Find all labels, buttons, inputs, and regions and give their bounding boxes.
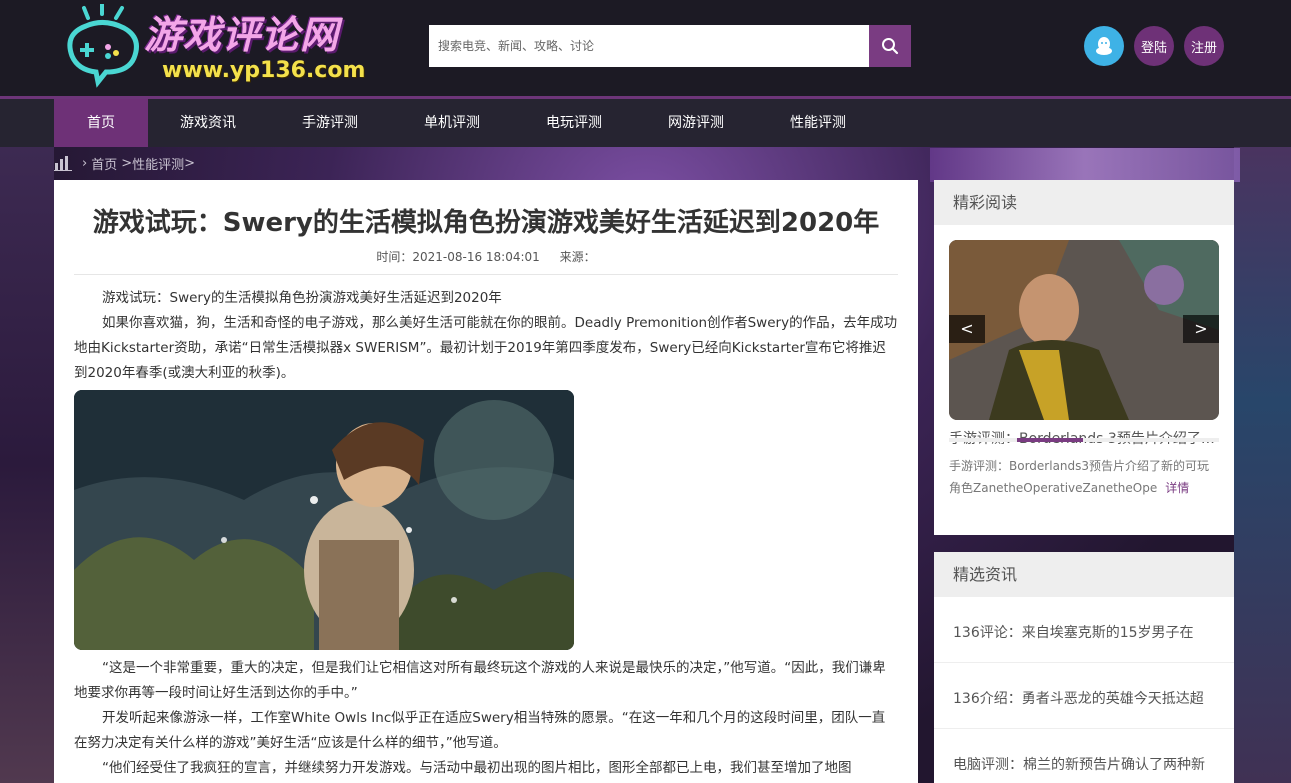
chart-icon (54, 156, 72, 171)
search-box (429, 25, 869, 67)
article-meta: 时间：2021-08-16 18:04:01 来源： (74, 248, 898, 265)
news-item[interactable]: 电脑评测：棉兰的新预告片确认了两种新 (953, 754, 1218, 774)
featured-description: 手游评测：Borderlands3预告片介绍了新的可玩角色ZanetheOper… (949, 455, 1221, 499)
slide-indicator (949, 438, 1219, 442)
nav-item-online-review[interactable]: 网游评测 (648, 99, 744, 147)
slide-prev-button[interactable]: < (949, 315, 985, 343)
featured-slide-image[interactable]: < > (949, 240, 1219, 420)
register-button[interactable]: 注册 (1184, 26, 1224, 66)
logo-mascot-icon (67, 4, 139, 88)
search-button[interactable] (869, 25, 911, 67)
article-paragraph: 游戏试玩：Swery的生活模拟角色扮演游戏美好生活延迟到2020年 (102, 290, 502, 306)
background-right-art (1234, 147, 1291, 783)
logo-title: 游戏评论网 (144, 13, 340, 57)
nav-item-console-review[interactable]: 电玩评测 (526, 99, 622, 147)
site-header: 游戏评论网 www.yp136.com 登陆 注册 (0, 0, 1291, 96)
article-body: 游戏试玩：Swery的生活模拟角色扮演游戏美好生活延迟到2020年 如果你喜欢猫… (74, 286, 898, 781)
news-divider (934, 662, 1234, 663)
breadcrumb: › 首页 > 性能评测 > (54, 153, 199, 173)
slide-next-button[interactable]: > (1183, 315, 1219, 343)
search-icon (882, 38, 899, 55)
login-button[interactable]: 登陆 (1134, 26, 1174, 66)
background-left-art (0, 147, 54, 783)
article-time: 时间：2021-08-16 18:04:01 (376, 250, 540, 264)
article-source: 来源： (559, 250, 596, 264)
selected-news-panel: 精选资讯 136评论：来自埃塞克斯的15岁男子在 136介绍：勇者斗恶龙的英雄今… (934, 552, 1234, 783)
selected-heading: 精选资讯 (934, 552, 1234, 597)
news-item[interactable]: 136介绍：勇者斗恶龙的英雄今天抵达超 (953, 688, 1218, 708)
breadcrumb-current[interactable]: 性能评测 (132, 154, 184, 173)
nav-item-mobile-review[interactable]: 手游评测 (282, 99, 378, 147)
featured-heading: 精彩阅读 (934, 180, 1234, 225)
article-divider (74, 274, 898, 275)
article-panel: 游戏试玩：Swery的生活模拟角色扮演游戏美好生活延迟到2020年 时间：202… (54, 180, 918, 783)
chevron-right-icon: › (82, 155, 88, 171)
news-item[interactable]: 136评论：来自埃塞克斯的15岁男子在 (953, 622, 1218, 642)
news-divider (934, 728, 1234, 729)
article-image (74, 390, 574, 650)
qq-login-button[interactable] (1084, 26, 1124, 66)
featured-more-link[interactable]: 详情 (1165, 481, 1189, 495)
logo-url: www.yp136.com (162, 58, 366, 83)
slide-indicator-active[interactable] (1017, 438, 1083, 442)
breadcrumb-separator: > (121, 155, 133, 171)
featured-reading-panel: 精彩阅读 < > 手游评测：Borderlands 3预告片介绍了新的可玩角色 … (934, 180, 1234, 535)
background-glow (930, 148, 1240, 182)
featured-slide-scene (949, 240, 1219, 420)
article-paragraph: “他们经受住了我疯狂的宣言，并继续努力开发游戏。与活动中最初出现的图片相比，图形… (102, 760, 852, 776)
article-paragraph: “这是一个非常重要，重大的决定，但是我们让它相信这对所有最终玩这个游戏的人来说是… (74, 660, 886, 701)
main-nav: 首页 游戏资讯 手游评测 单机评测 电玩评测 网游评测 性能评测 (0, 96, 1291, 147)
nav-item-home[interactable]: 首页 (54, 99, 148, 147)
article-image-scene (74, 390, 574, 650)
nav-item-single-review[interactable]: 单机评测 (404, 99, 500, 147)
article-paragraph: 开发听起来像游泳一样，工作室White Owls Inc似乎正在适应Swery相… (74, 710, 886, 751)
site-logo[interactable]: 游戏评论网 www.yp136.com (58, 4, 368, 90)
breadcrumb-tail: > (184, 155, 196, 171)
qq-icon (1096, 37, 1112, 55)
search-input[interactable] (429, 25, 869, 67)
nav-item-game-news[interactable]: 游戏资讯 (160, 99, 256, 147)
article-paragraph: 如果你喜欢猫，狗，生活和奇怪的电子游戏，那么美好生活可能就在你的眼前。Deadl… (74, 315, 898, 381)
nav-item-performance-review[interactable]: 性能评测 (770, 99, 866, 147)
article-title: 游戏试玩：Swery的生活模拟角色扮演游戏美好生活延迟到2020年 (92, 208, 880, 238)
breadcrumb-home[interactable]: 首页 (91, 154, 117, 173)
